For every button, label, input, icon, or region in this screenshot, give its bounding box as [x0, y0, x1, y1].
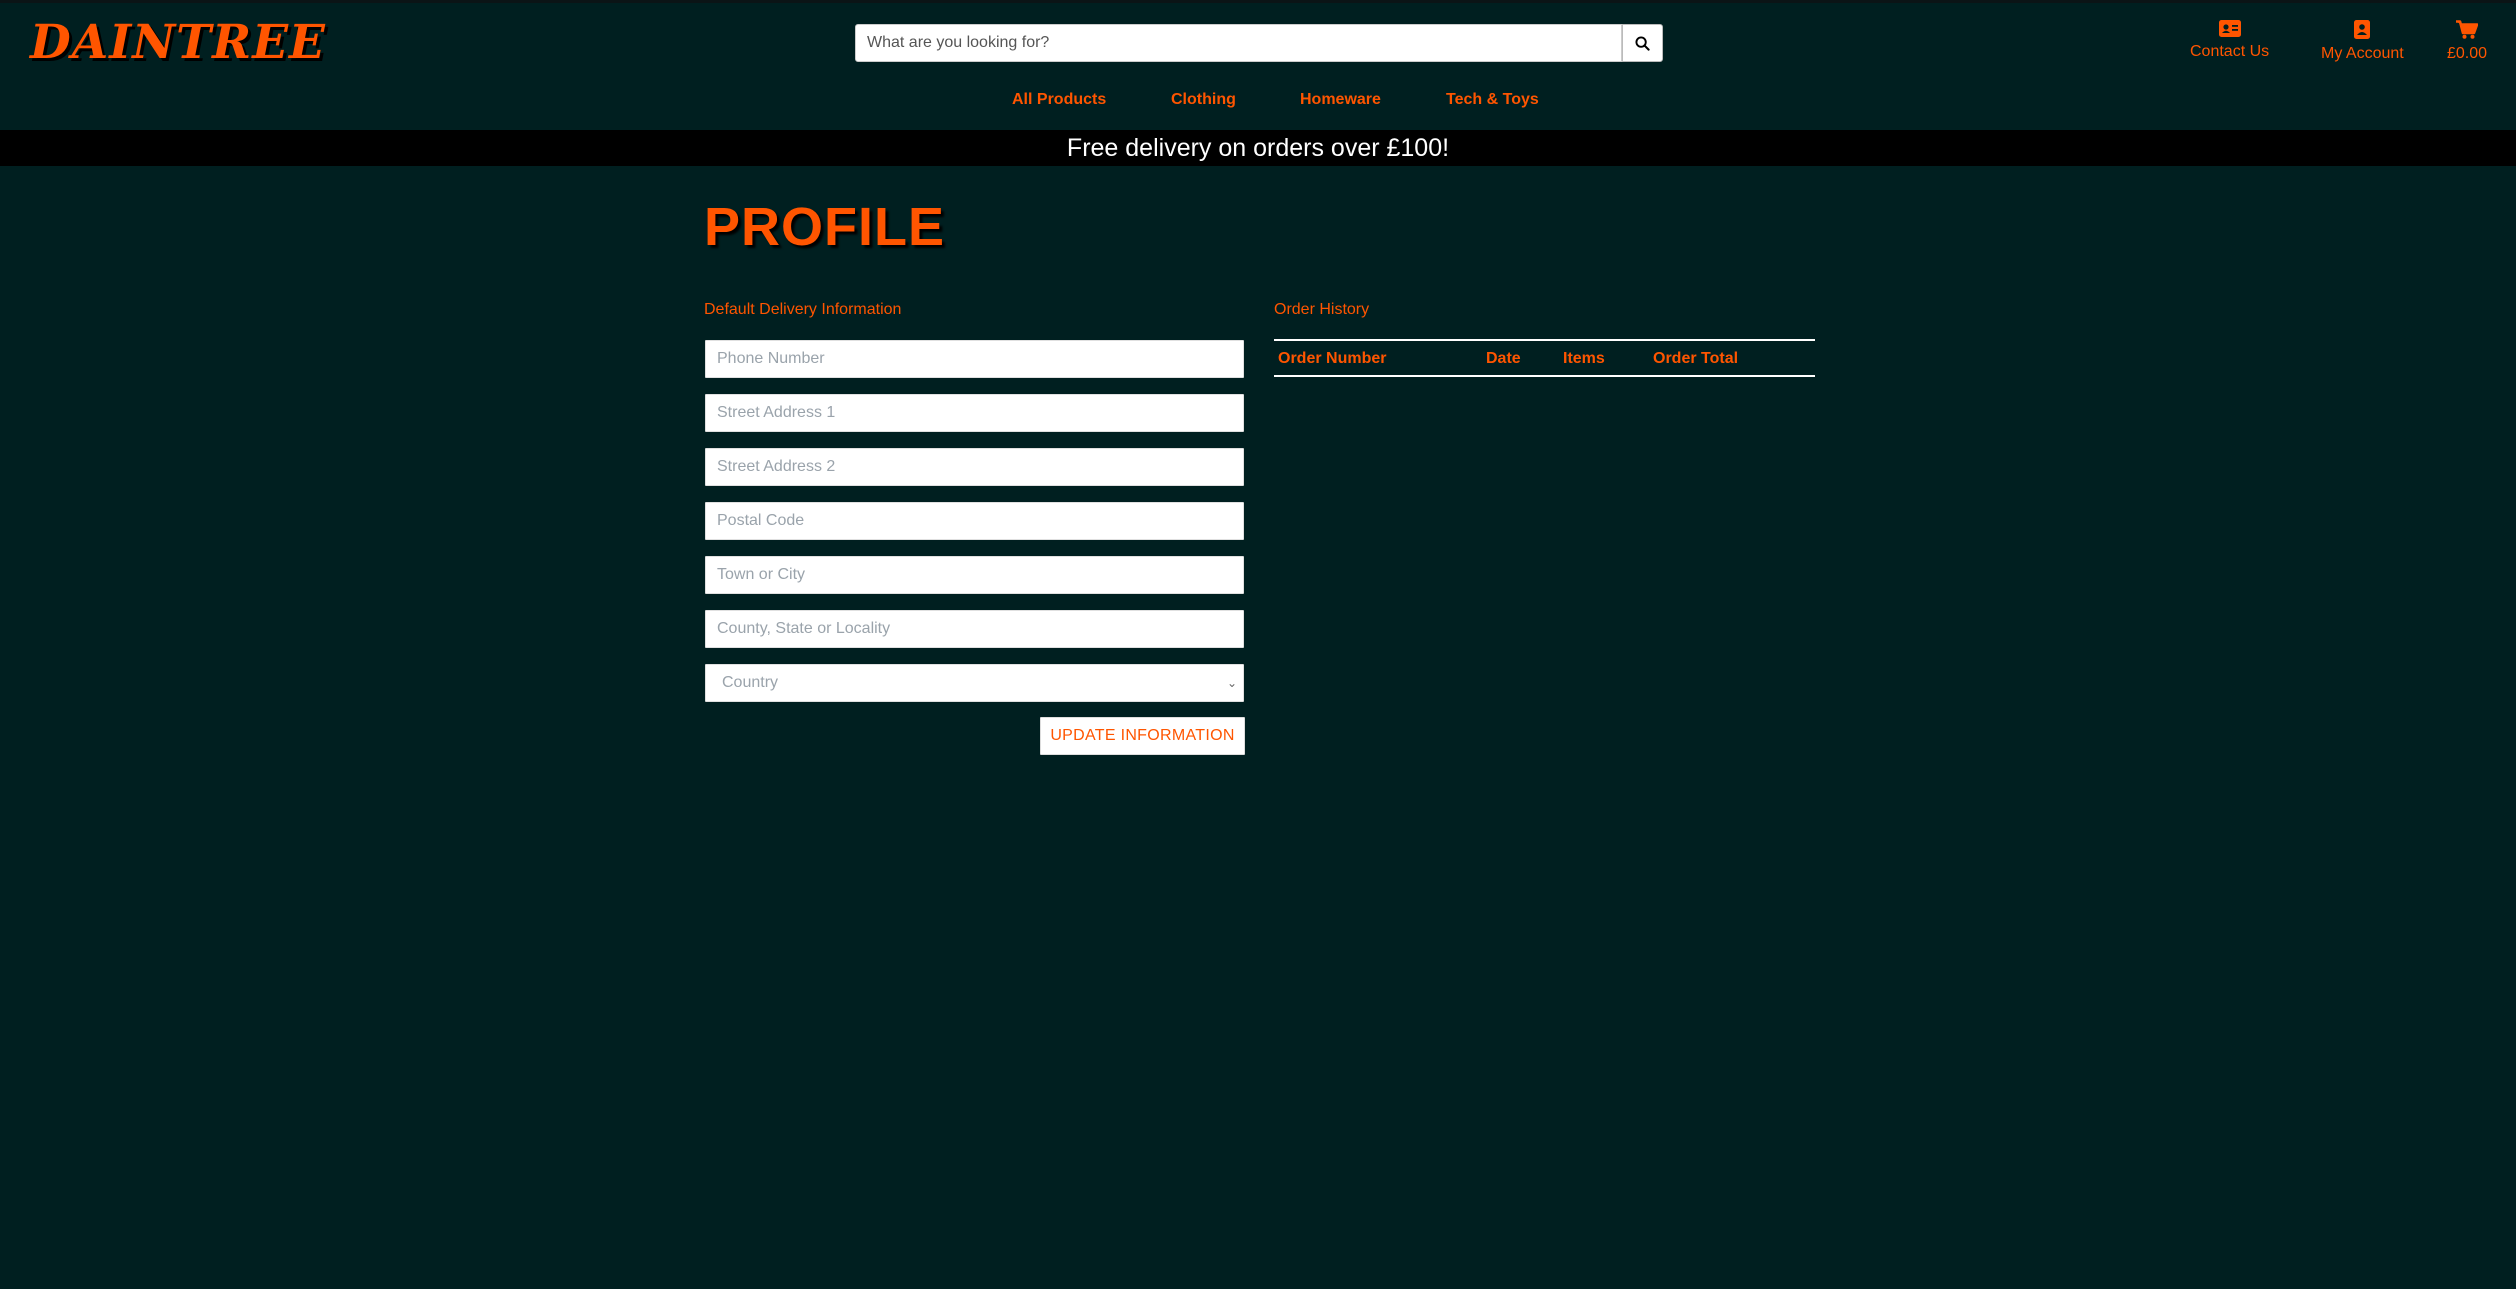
basket-total: £0.00: [2447, 45, 2488, 62]
order-history-table: Order Number Date Items Order Total: [1274, 339, 1815, 377]
nav-item-homeware[interactable]: Homeware: [1300, 91, 1381, 109]
basket-link[interactable]: £0.00: [2447, 20, 2487, 63]
country-select[interactable]: Country ⌄: [705, 664, 1244, 702]
my-account-link[interactable]: My Account: [2321, 20, 2404, 63]
search-input[interactable]: [855, 24, 1622, 62]
column-header-order-total: Order Total: [1653, 350, 1739, 367]
search-button[interactable]: [1622, 24, 1663, 62]
postal-code-field[interactable]: [705, 502, 1244, 540]
contact-us-label: Contact Us: [2190, 43, 2270, 60]
column-header-order-number: Order Number: [1278, 350, 1387, 367]
chevron-down-icon: ⌄: [1226, 676, 1237, 690]
country-select-value: Country: [722, 674, 779, 691]
street-address-1-field[interactable]: [705, 394, 1244, 432]
my-account-label: My Account: [2321, 45, 2404, 62]
town-city-field[interactable]: [705, 556, 1244, 594]
phone-number-field[interactable]: [705, 340, 1244, 378]
column-header-items: Items: [1563, 350, 1605, 367]
contact-us-link[interactable]: Contact Us: [2190, 20, 2269, 61]
contact-card-icon: [2218, 20, 2241, 37]
cart-icon: [2456, 20, 2479, 39]
nav-item-all-products[interactable]: All Products: [1012, 91, 1106, 109]
column-header-date: Date: [1486, 350, 1521, 367]
user-icon: [2354, 20, 2371, 39]
nav-item-clothing[interactable]: Clothing: [1171, 91, 1236, 109]
delivery-info-heading: Default Delivery Information: [704, 301, 902, 318]
update-information-button[interactable]: UPDATE INFORMATION: [1040, 717, 1245, 755]
site-logo[interactable]: DAINTREE: [30, 15, 326, 70]
page-title: PROFILE: [704, 197, 946, 257]
order-history-heading: Order History: [1274, 301, 1370, 318]
main-nav: All Products Clothing Homeware Tech & To…: [0, 91, 2516, 117]
county-field[interactable]: [705, 610, 1244, 648]
search-icon: [1635, 35, 1650, 51]
site-header: DAINTREE Contact Us My Account: [0, 3, 2516, 130]
delivery-banner: Free delivery on orders over £100!: [0, 130, 2516, 166]
street-address-2-field[interactable]: [705, 448, 1244, 486]
nav-item-tech-toys[interactable]: Tech & Toys: [1446, 91, 1539, 109]
